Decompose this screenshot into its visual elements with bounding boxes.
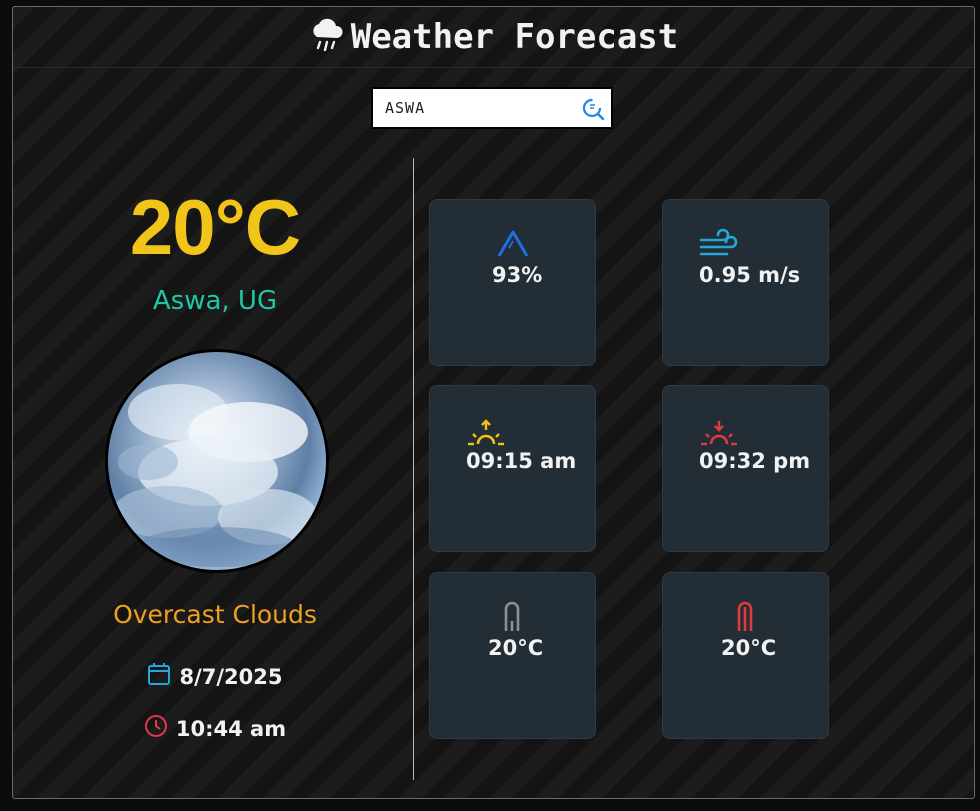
wind-card: 0.95 m/s (662, 199, 829, 366)
sunrise-icon (466, 418, 506, 452)
weather-condition-image (105, 349, 329, 573)
clock-icon (144, 714, 176, 743)
humidity-value: 93% (492, 263, 543, 287)
city-search-input[interactable] (383, 98, 577, 118)
sunset-card: 09:32 pm (662, 385, 829, 552)
date-row: 8/7/2025 (13, 662, 417, 691)
thermometer-high-icon (735, 601, 755, 637)
sunset-value: 09:32 pm (699, 449, 811, 473)
app-frame: Weather Forecast 20°C Aswa, UG (12, 6, 975, 799)
current-date: 8/7/2025 (179, 664, 283, 689)
wind-icon (699, 228, 739, 264)
search-refresh-icon[interactable] (581, 97, 605, 121)
temp-max-card: 20°C (662, 572, 829, 739)
temp-min-value: 20°C (488, 636, 544, 660)
current-temperature: 20°C (129, 183, 301, 271)
weather-condition-label: Overcast Clouds (113, 600, 317, 629)
time-row: 10:44 am (13, 714, 417, 743)
humidity-card: 93% (429, 199, 596, 366)
location-label: Aswa, UG (152, 286, 278, 316)
thermometer-low-icon (502, 601, 522, 637)
temp-min-card: 20°C (429, 572, 596, 739)
humidity-icon (496, 228, 530, 264)
calendar-icon (147, 662, 179, 691)
current-time: 10:44 am (175, 716, 287, 741)
search-bar (371, 87, 613, 129)
sunrise-value: 09:15 am (466, 449, 577, 473)
app-title: Weather Forecast (350, 17, 679, 57)
wind-value: 0.95 m/s (699, 263, 801, 287)
temp-max-value: 20°C (721, 636, 777, 660)
sunrise-card: 09:15 am (429, 385, 596, 552)
sunset-icon (699, 418, 739, 452)
app-header: Weather Forecast (13, 7, 974, 68)
cloud-rain-icon (309, 16, 347, 58)
